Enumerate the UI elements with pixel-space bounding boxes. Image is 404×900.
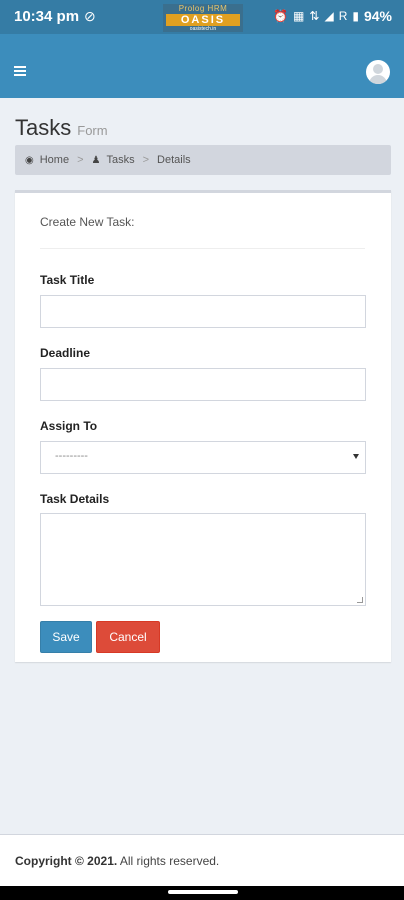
system-nav-bar [0, 886, 404, 900]
alarm-icon: ⏰ [273, 9, 289, 23]
status-time: 10:34 pm [14, 8, 80, 25]
home-gesture-pill[interactable] [168, 890, 238, 894]
user-avatar-icon[interactable] [366, 60, 390, 84]
assign-to-select[interactable]: --------- [40, 441, 366, 474]
wifi-icon: ⇅ [309, 9, 320, 23]
users-icon: ♟ [91, 154, 101, 166]
brand-line3: oasistech.in [189, 26, 217, 32]
deadline-input[interactable] [40, 368, 366, 401]
caret-down-icon [353, 454, 359, 459]
divider [40, 248, 365, 249]
cancel-button[interactable]: Cancel [96, 621, 160, 653]
task-details-textarea[interactable] [40, 513, 366, 606]
sync-icon: ⊘ [84, 8, 96, 24]
assign-to-label: Assign To [40, 419, 98, 433]
form-heading: Create New Task: [40, 215, 135, 229]
copyright-text: Copyright © 2021. [15, 854, 118, 868]
footer: Copyright © 2021. All rights reserved. [0, 834, 404, 886]
app-header [0, 34, 404, 98]
status-icons: ⏰ ▦ ⇅ ◢ R ▮ 94% [273, 8, 392, 24]
dashboard-icon: ◉ [25, 154, 34, 166]
breadcrumb: ◉ Home > ♟ Tasks > Details [15, 145, 391, 175]
save-button[interactable]: Save [40, 621, 92, 653]
page-title: Tasks Form [15, 115, 108, 141]
status-bar: 10:34 pm ⊘ Prolog HRM OASIS oasistech.in… [0, 0, 404, 34]
brand-line2: OASIS [166, 14, 240, 26]
page-title-text: Tasks [15, 115, 72, 140]
hamburger-icon[interactable] [14, 66, 26, 76]
brand-line1: Prolog HRM [178, 4, 228, 13]
brand-logo: Prolog HRM OASIS oasistech.in [163, 4, 243, 32]
battery-level: 94% [363, 8, 392, 24]
task-title-label: Task Title [40, 273, 95, 287]
task-details-label: Task Details [40, 492, 110, 506]
deadline-label: Deadline [40, 346, 91, 360]
rights-text: All rights reserved. [119, 854, 220, 868]
breadcrumb-tasks[interactable]: Tasks [106, 154, 134, 166]
breadcrumb-separator: > [142, 154, 150, 166]
page-subtitle: Form [77, 123, 108, 138]
signal-4g-icon: ▦ [293, 9, 305, 23]
cell-signal-icon: ◢ [324, 9, 334, 23]
task-title-input[interactable] [40, 295, 366, 328]
network-label: R [338, 9, 348, 23]
resize-handle-icon[interactable] [357, 597, 363, 603]
task-form-card: Create New Task: Task Title Deadline Ass… [15, 190, 391, 662]
breadcrumb-details: Details [157, 154, 191, 166]
breadcrumb-home[interactable]: Home [40, 154, 69, 166]
breadcrumb-separator: > [77, 154, 84, 166]
battery-icon: ▮ [352, 9, 359, 23]
assign-to-selected-value: --------- [55, 450, 88, 462]
